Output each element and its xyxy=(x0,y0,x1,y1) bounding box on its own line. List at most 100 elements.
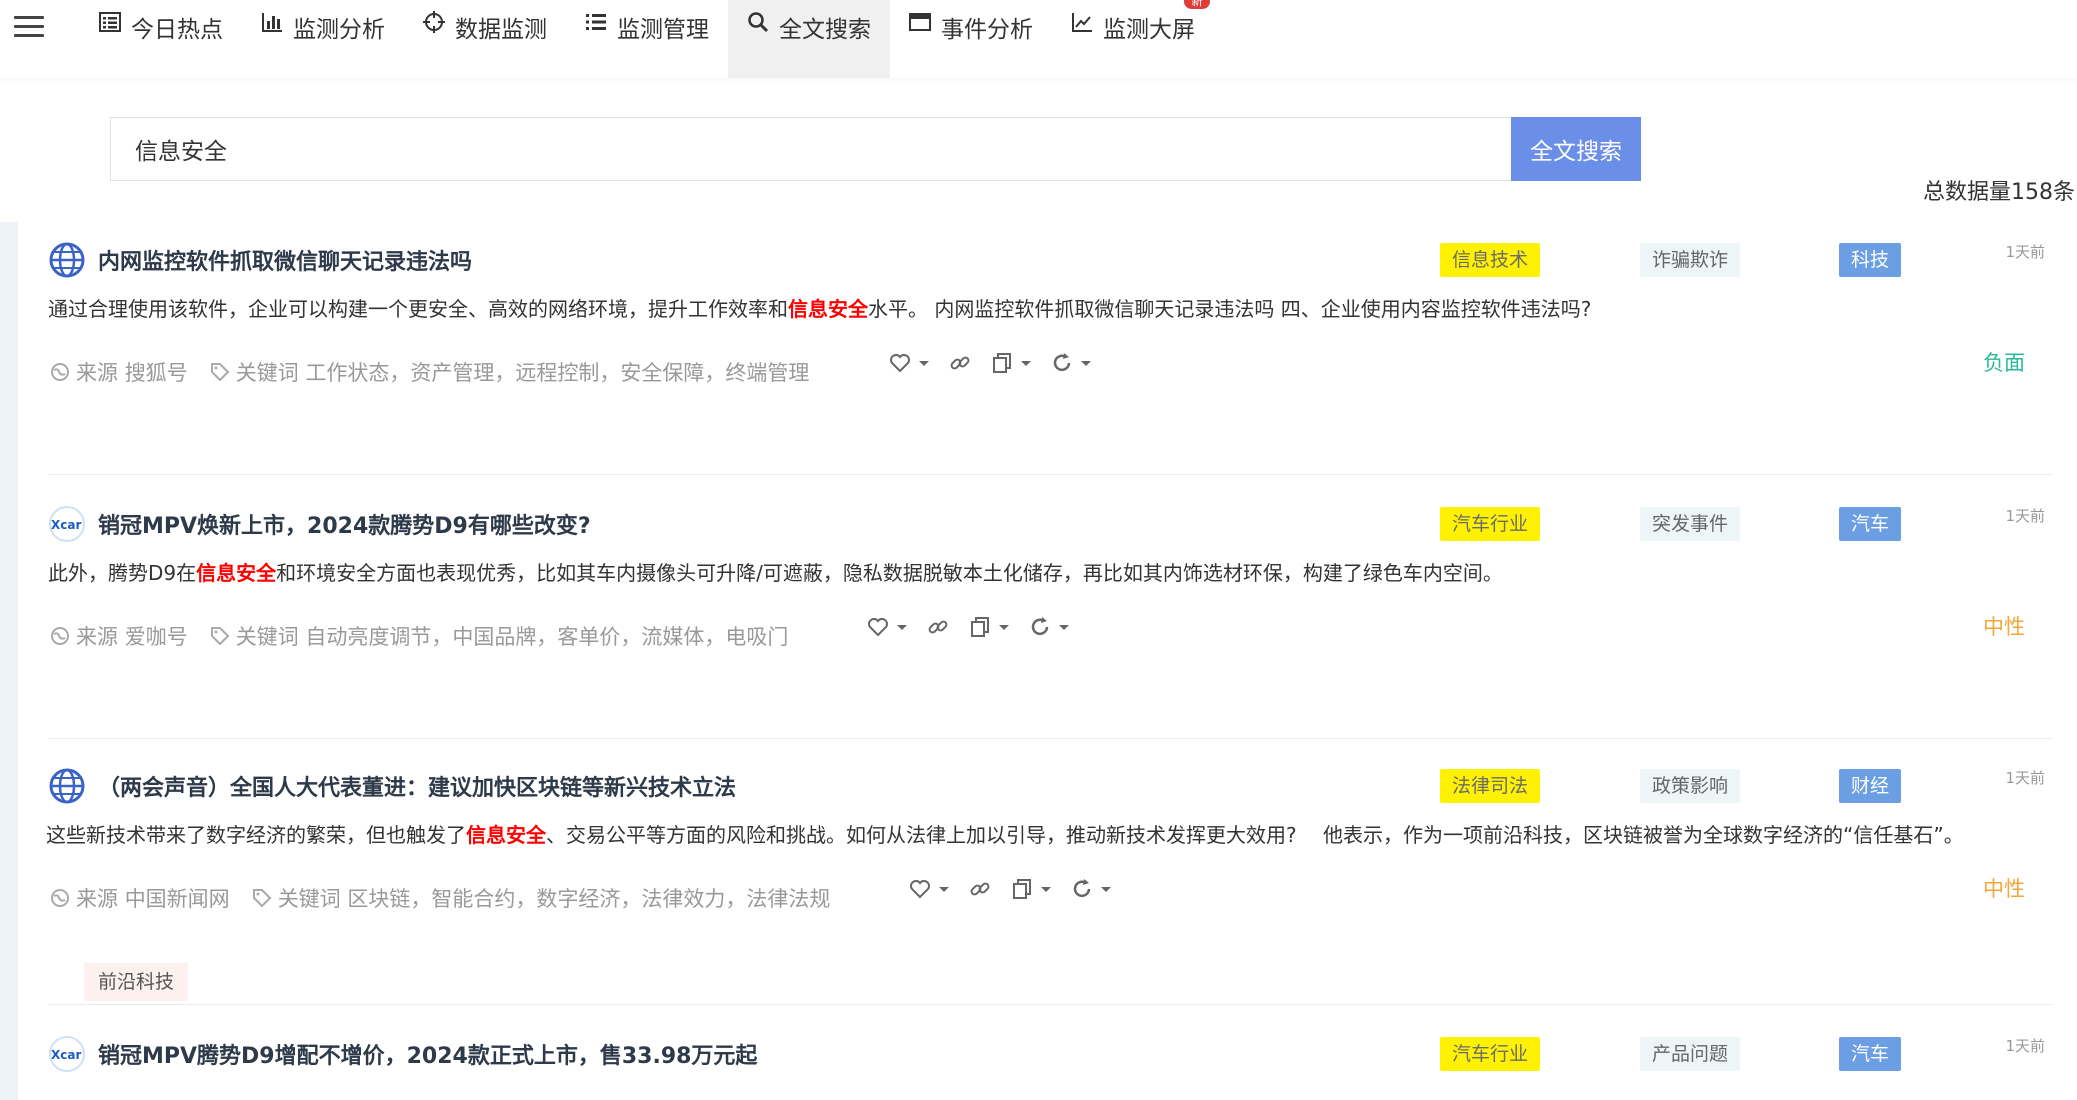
result-summary: 通过合理使用该软件，企业可以构建一个更安全、高效的网络环境，提升工作效率和信息安… xyxy=(48,297,1592,321)
svg-text:Xcar: Xcar xyxy=(51,1048,81,1062)
result-time: 1天前 xyxy=(2005,1037,2045,1055)
list-icon xyxy=(99,11,125,37)
chevron-down-icon[interactable] xyxy=(1080,351,1092,375)
globe-small-icon xyxy=(50,362,70,382)
heart-icon[interactable] xyxy=(866,615,890,639)
total-count: 总数据量158条 xyxy=(1923,180,2075,205)
topic-tag: 前沿科技 xyxy=(84,963,189,1001)
link-icon[interactable] xyxy=(926,615,950,639)
result-time: 1天前 xyxy=(2005,769,2045,787)
copy-icon[interactable] xyxy=(1010,877,1034,901)
bar-chart-icon xyxy=(261,11,287,37)
chevron-down-icon[interactable] xyxy=(1040,877,1052,901)
nav-item-fulltext-search[interactable]: 全文搜索 xyxy=(728,0,890,78)
source-value: 搜狐号 xyxy=(124,361,188,385)
tag-icon xyxy=(210,362,230,382)
event-tag: 突发事件 xyxy=(1640,507,1741,541)
result-item: Xcar 销冠MPV焕新上市，2024款腾势D9有哪些改变? 汽车行业 突发事件… xyxy=(48,505,2053,739)
menu-icon[interactable] xyxy=(14,16,44,38)
keywords-value: 自动亮度调节，中国品牌，客单价，流媒体，电吸门 xyxy=(305,625,789,649)
result-title-row: Xcar 销冠MPV腾势D9增配不增价，2024款正式上市，售33.98万元起 xyxy=(48,1035,757,1073)
new-badge: 新 xyxy=(1184,0,1210,9)
result-title-row: Xcar 销冠MPV焕新上市，2024款腾势D9有哪些改变? xyxy=(48,505,591,543)
category-tag: 汽车 xyxy=(1839,507,1902,541)
result-item: （两会声音）全国人大代表董进：建议加快区块链等新兴技术立法 法律司法 政策影响 … xyxy=(46,767,2053,1005)
globe-icon xyxy=(48,767,86,805)
refresh-icon[interactable] xyxy=(1070,877,1094,901)
nav-label: 监测管理 xyxy=(617,17,709,43)
nav-item-event-analysis[interactable]: 事件分析 xyxy=(890,0,1052,78)
industry-tag: 汽车行业 xyxy=(1440,1037,1541,1071)
copy-icon[interactable] xyxy=(990,351,1014,375)
keywords-value: 工作状态，资产管理，远程控制，安全保障，终端管理 xyxy=(305,361,810,385)
source-value: 中国新闻网 xyxy=(124,887,230,911)
industry-tag: 法律司法 xyxy=(1440,769,1541,803)
nav-item-big-screen[interactable]: 监测大屏 新 xyxy=(1052,0,1214,78)
globe-icon xyxy=(48,241,86,279)
highlight-keyword: 信息安全 xyxy=(466,823,546,847)
svg-text:Xcar: Xcar xyxy=(51,518,81,532)
refresh-icon[interactable] xyxy=(1028,615,1052,639)
nav-label: 监测大屏 xyxy=(1103,17,1195,43)
copy-icon[interactable] xyxy=(968,615,992,639)
chevron-down-icon[interactable] xyxy=(1058,615,1070,639)
link-icon[interactable] xyxy=(948,351,972,375)
chevron-down-icon[interactable] xyxy=(918,351,930,375)
result-title-link[interactable]: 销冠MPV焕新上市，2024款腾势D9有哪些改变? xyxy=(98,508,591,540)
result-title-link[interactable]: （两会声音）全国人大代表董进：建议加快区块链等新兴技术立法 xyxy=(98,770,736,802)
chevron-down-icon[interactable] xyxy=(998,615,1010,639)
result-time: 1天前 xyxy=(2005,243,2045,261)
sentiment-label: 中性 xyxy=(1983,877,2025,901)
chevron-down-icon[interactable] xyxy=(1020,351,1032,375)
result-title-row: 内网监控软件抓取微信聊天记录违法吗 xyxy=(48,241,472,279)
chevron-down-icon[interactable] xyxy=(1100,877,1112,901)
sentiment-label: 负面 xyxy=(1983,351,2025,375)
result-summary: 这些新技术带来了数字经济的繁荣，但也触发了信息安全、交易公平等方面的风险和挑战。… xyxy=(46,823,1964,847)
result-time: 1天前 xyxy=(2005,507,2045,525)
result-item: 内网监控软件抓取微信聊天记录违法吗 信息技术 诈骗欺诈 科技 1天前 通过合理使… xyxy=(48,241,2053,475)
nav-item-monitor-analysis[interactable]: 监测分析 xyxy=(242,0,404,78)
xcar-logo-icon: Xcar xyxy=(48,505,86,543)
event-tag: 诈骗欺诈 xyxy=(1640,243,1741,277)
card-icon xyxy=(909,11,935,37)
nav-label: 事件分析 xyxy=(941,17,1033,43)
keywords-label: 关键词 xyxy=(277,887,341,911)
search-button[interactable]: 全文搜索 xyxy=(1511,117,1641,181)
refresh-icon[interactable] xyxy=(1050,351,1074,375)
top-nav: 今日热点 监测分析 数据监测 监测管理 全文搜索 事件分析 监测大屏 新 xyxy=(0,0,2077,78)
left-strip xyxy=(0,222,18,1100)
sentiment-label: 中性 xyxy=(1983,615,2025,639)
category-tag: 汽车 xyxy=(1839,1037,1902,1071)
industry-tag: 信息技术 xyxy=(1440,243,1541,277)
nav-label: 监测分析 xyxy=(293,17,385,43)
nav-item-data-monitor[interactable]: 数据监测 xyxy=(404,0,566,78)
result-title-row: （两会声音）全国人大代表董进：建议加快区块链等新兴技术立法 xyxy=(48,767,736,805)
link-icon[interactable] xyxy=(968,877,992,901)
result-item: Xcar 销冠MPV腾势D9增配不增价，2024款正式上市，售33.98万元起 … xyxy=(48,1035,2053,1100)
result-actions xyxy=(866,615,1088,639)
source-value: 爱咖号 xyxy=(124,625,188,649)
chevron-down-icon[interactable] xyxy=(896,615,908,639)
heart-icon[interactable] xyxy=(888,351,912,375)
nav-label: 全文搜索 xyxy=(779,17,871,43)
xcar-logo-icon: Xcar xyxy=(48,1035,86,1073)
result-meta: 来源 爱咖号 关键词 自动亮度调节，中国品牌，客单价，流媒体，电吸门 xyxy=(50,621,788,651)
search-input[interactable] xyxy=(110,117,1512,181)
tag-icon xyxy=(210,626,230,646)
nav-item-today-hot[interactable]: 今日热点 xyxy=(80,0,242,78)
heart-icon[interactable] xyxy=(908,877,932,901)
result-title-link[interactable]: 内网监控软件抓取微信聊天记录违法吗 xyxy=(98,244,472,276)
keywords-label: 关键词 xyxy=(235,625,299,649)
globe-small-icon xyxy=(50,888,70,908)
nav-item-monitor-manage[interactable]: 监测管理 xyxy=(566,0,728,78)
nav-bar: 今日热点 监测分析 数据监测 监测管理 全文搜索 事件分析 监测大屏 新 xyxy=(80,0,1214,78)
keywords-label: 关键词 xyxy=(235,361,299,385)
line-chart-icon xyxy=(1071,11,1097,37)
highlight-keyword: 信息安全 xyxy=(788,297,868,321)
chevron-down-icon[interactable] xyxy=(938,877,950,901)
source-label: 来源 xyxy=(76,625,118,649)
result-title-link[interactable]: 销冠MPV腾势D9增配不增价，2024款正式上市，售33.98万元起 xyxy=(98,1038,757,1070)
tag-icon xyxy=(252,888,272,908)
category-tag: 财经 xyxy=(1839,769,1902,803)
industry-tag: 汽车行业 xyxy=(1440,507,1541,541)
